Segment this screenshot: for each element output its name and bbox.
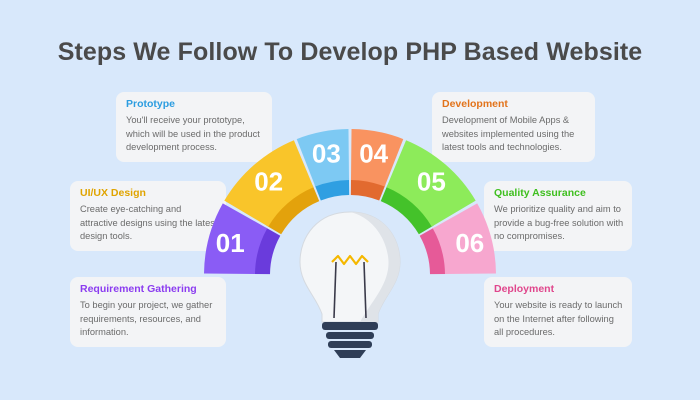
step-number: 05 (417, 166, 446, 196)
process-wheel: 01 02 03 04 05 06 (204, 129, 496, 358)
step-number: 03 (312, 138, 341, 168)
step-number: 01 (216, 228, 245, 258)
step-number: 04 (359, 138, 388, 168)
light-bulb-icon (299, 211, 401, 358)
step-number: 06 (455, 228, 484, 258)
step-number: 02 (254, 166, 283, 196)
